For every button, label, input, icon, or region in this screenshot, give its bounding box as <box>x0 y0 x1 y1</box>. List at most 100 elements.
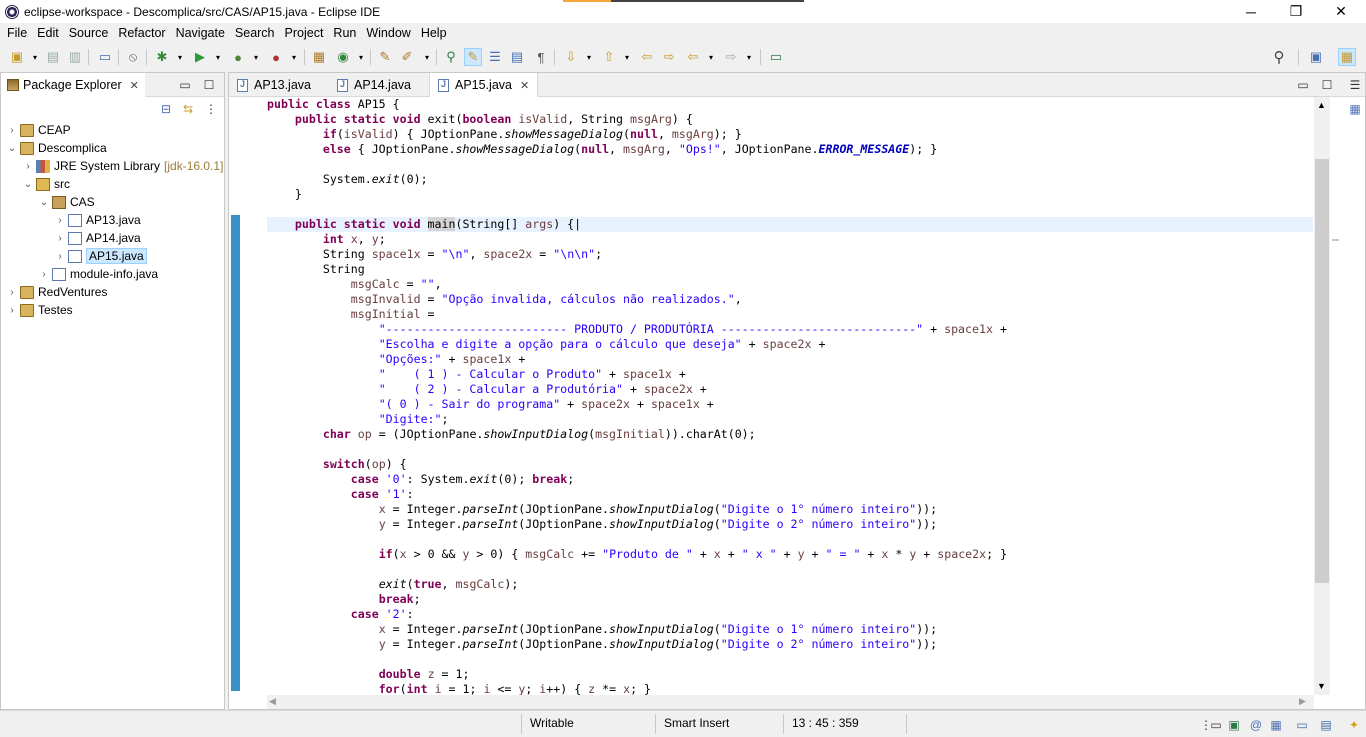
editor-vertical-scrollbar[interactable]: ▲ ▼ <box>1314 97 1330 695</box>
menu-window[interactable]: Window <box>362 26 414 40</box>
menu-edit[interactable]: Edit <box>33 26 63 40</box>
link-with-editor-icon[interactable]: ⇆ <box>179 100 197 118</box>
external-tools-icon[interactable]: ● <box>267 48 285 66</box>
collapse-icon[interactable]: ⌄ <box>22 179 34 190</box>
tree-item-ap13[interactable]: › AP13.java <box>1 211 224 229</box>
new-java-class-icon[interactable]: ◉ <box>334 48 352 66</box>
expand-icon[interactable]: › <box>54 233 66 244</box>
expand-icon[interactable]: › <box>6 287 18 298</box>
debug-icon[interactable]: ✱ <box>153 48 171 66</box>
scroll-up-icon[interactable]: ▲ <box>1317 100 1326 110</box>
save-icon[interactable]: ▤ <box>44 48 62 66</box>
back-icon[interactable]: ⇦ <box>684 48 702 66</box>
search-tool-dropdown-icon[interactable]: ▾ <box>418 48 436 66</box>
tree-item-ap14[interactable]: › AP14.java <box>1 229 224 247</box>
menu-search[interactable]: Search <box>231 26 279 40</box>
show-whitespace-icon[interactable]: ¶ <box>532 48 550 66</box>
block-selection-icon[interactable]: ▤ <box>508 48 526 66</box>
tree-item-redventures[interactable]: › RedVentures <box>1 283 224 301</box>
save-all-icon[interactable]: ▥ <box>66 48 84 66</box>
minimize-view-icon[interactable]: ▭ <box>177 77 193 93</box>
previous-annotation-dropdown-icon[interactable]: ▾ <box>618 48 636 66</box>
scroll-left-icon[interactable]: ◀ <box>269 696 276 707</box>
scroll-right-icon[interactable]: ▶ <box>1299 696 1306 707</box>
tab-ap15[interactable]: AP15.java ✕ <box>429 73 539 97</box>
code-area[interactable]: 5public class AP15 { 6⊖ public static vo… <box>267 97 1313 695</box>
mark-occurrences-icon[interactable]: ✎ <box>464 48 482 66</box>
minimize-button[interactable]: ─ <box>1228 0 1274 23</box>
editor-horizontal-scrollbar[interactable]: ◀ ▶ <box>267 695 1314 709</box>
maximize-button[interactable]: ❐ <box>1273 0 1319 23</box>
expand-icon[interactable]: › <box>54 215 66 226</box>
tree-item-module-info[interactable]: › module-info.java <box>1 265 224 283</box>
coverage-dropdown-icon[interactable]: ▾ <box>247 48 265 66</box>
menu-help[interactable]: Help <box>417 26 451 40</box>
external-tools-dropdown-icon[interactable]: ▾ <box>285 48 303 66</box>
tree-item-jre-system-library[interactable]: › JRE System Library [jdk-16.0.1] <box>1 157 224 175</box>
package-explorer-tab[interactable]: Package Explorer ✕ <box>1 73 145 97</box>
next-annotation-dropdown-icon[interactable]: ▾ <box>580 48 598 66</box>
debug-dropdown-icon[interactable]: ▾ <box>171 48 189 66</box>
expand-icon[interactable]: › <box>38 269 50 280</box>
menu-refactor[interactable]: Refactor <box>114 26 169 40</box>
expand-icon[interactable]: › <box>54 251 66 262</box>
expand-icon[interactable]: › <box>6 305 18 316</box>
search-tool-icon[interactable]: ✐ <box>398 48 416 66</box>
back-dropdown-icon[interactable]: ▾ <box>702 48 720 66</box>
java-perspective-icon[interactable]: ▦ <box>1338 48 1356 66</box>
tree-item-ap15[interactable]: › AP15.java <box>1 247 224 265</box>
collapse-all-icon[interactable]: ⊟ <box>157 100 175 118</box>
open-type-icon[interactable]: ✎ <box>376 48 394 66</box>
task-list-icon[interactable]: ▦ <box>1347 101 1363 117</box>
pin-editor-icon[interactable]: ▭ <box>767 48 785 66</box>
tree-item-src[interactable]: ⌄ src <box>1 175 224 193</box>
menu-source[interactable]: Source <box>65 26 113 40</box>
view-menu-icon[interactable]: ⋮ <box>202 100 220 118</box>
outline-icon[interactable]: ☰ <box>1347 77 1363 93</box>
overview-ruler[interactable] <box>1330 97 1340 695</box>
search-icon[interactable]: ⚲ <box>1270 48 1288 66</box>
close-icon[interactable]: ✕ <box>130 79 139 92</box>
maximize-view-icon[interactable]: ☐ <box>201 77 217 93</box>
run-icon[interactable]: ▶ <box>191 48 209 66</box>
open-perspective-icon[interactable]: ▣ <box>1307 48 1325 66</box>
coverage-icon[interactable]: ● <box>229 48 247 66</box>
collapse-icon[interactable]: ⌄ <box>6 143 18 154</box>
tree-item-cas[interactable]: ⌄ CAS <box>1 193 224 211</box>
console-icon[interactable]: ▭ <box>1208 717 1224 733</box>
collapse-icon[interactable]: ⌄ <box>38 197 50 208</box>
tip-bulb-icon[interactable]: ✦ <box>1346 717 1362 733</box>
new-dropdown-icon[interactable]: ▾ <box>26 48 44 66</box>
run-dropdown-icon[interactable]: ▾ <box>209 48 227 66</box>
menu-run[interactable]: Run <box>329 26 360 40</box>
menu-navigate[interactable]: Navigate <box>172 26 229 40</box>
scroll-down-icon[interactable]: ▼ <box>1317 681 1326 691</box>
toggle-breadcrumb-icon[interactable]: ⚲ <box>442 48 460 66</box>
new-java-package-icon[interactable]: ▦ <box>310 48 328 66</box>
minimize-editor-icon[interactable]: ▭ <box>1295 77 1311 93</box>
close-window-button[interactable]: ✕ <box>1318 0 1364 23</box>
scroll-thumb[interactable] <box>1315 159 1329 583</box>
forward-icon[interactable]: ⇨ <box>722 48 740 66</box>
new-icon[interactable]: ▣ <box>8 48 26 66</box>
tab-ap13[interactable]: AP13.java <box>229 73 319 97</box>
tree-item-descomplica[interactable]: ⌄ Descomplica <box>1 139 224 157</box>
next-annotation-icon[interactable]: ⇩ <box>562 48 580 66</box>
forward-dropdown-icon[interactable]: ▾ <box>740 48 758 66</box>
tree-item-testes[interactable]: › Testes <box>1 301 224 319</box>
menu-file[interactable]: File <box>3 26 31 40</box>
javadoc-icon[interactable]: @ <box>1248 717 1264 733</box>
tree-item-ceap[interactable]: › CEAP <box>1 121 224 139</box>
expand-icon[interactable]: › <box>22 161 34 172</box>
maximize-editor-icon[interactable]: ☐ <box>1319 77 1335 93</box>
menu-project[interactable]: Project <box>281 26 328 40</box>
new-class-dropdown-icon[interactable]: ▾ <box>352 48 370 66</box>
skip-breakpoints-icon[interactable]: ⦸ <box>124 48 142 66</box>
problems-icon[interactable]: ▣ <box>1226 717 1242 733</box>
tab-ap14[interactable]: AP14.java <box>329 73 419 97</box>
expand-icon[interactable]: › <box>6 125 18 136</box>
word-wrap-icon[interactable]: ☰ <box>486 48 504 66</box>
declaration-icon[interactable]: ▦ <box>1268 717 1284 733</box>
progress-icon[interactable]: ▤ <box>1318 717 1334 733</box>
previous-annotation-icon[interactable]: ⇧ <box>600 48 618 66</box>
